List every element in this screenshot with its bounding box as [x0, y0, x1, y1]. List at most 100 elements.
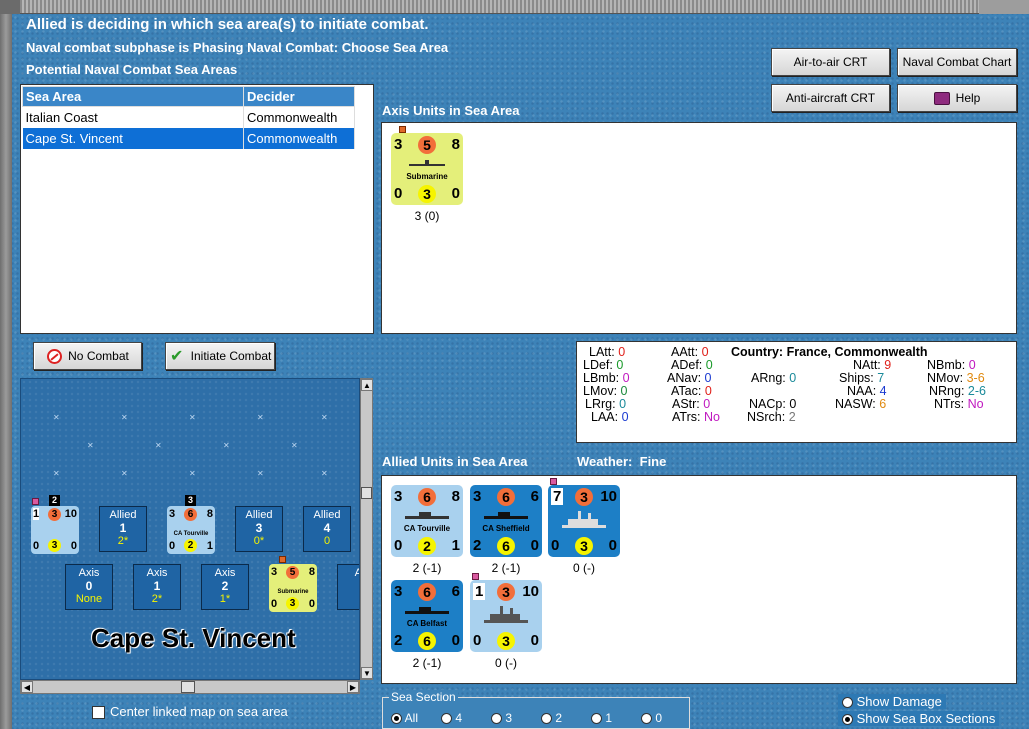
scroll-left-icon[interactable]: ◀ [21, 681, 33, 693]
sea-area-list[interactable]: Sea Area Decider Italian Coast Commonwea… [20, 84, 374, 334]
sea-section-option-4[interactable]: 4 [441, 711, 462, 725]
counter-value: 0 [33, 540, 40, 552]
sea-marker: ✕ [155, 441, 162, 450]
map-counter-transport[interactable]: 1 3 10 0 3 0 [31, 506, 79, 554]
sea-box-number: 1 [153, 579, 161, 593]
table-row[interactable]: Italian Coast Commonwealth [22, 106, 355, 128]
sea-section-box-axis-2[interactable]: Axis 2 1* [201, 564, 249, 610]
sea-box-map[interactable]: ✕ ✕ ✕ ✕ ✕ ✕ ✕ ✕ ✕ ✕ ✕ ✕ ✕ ✕ 2 1 3 10 0 3… [20, 378, 360, 680]
unit-counter-convoy[interactable]: 7 3 10 0 3 0 0 (-) [548, 485, 620, 575]
sea-section-option-1[interactable]: 1 [591, 711, 612, 725]
sea-box-side: Allied [245, 509, 273, 521]
stat-label: LRrg: [585, 397, 616, 411]
help-button[interactable]: Help [897, 84, 1017, 112]
show-sea-box-sections-option[interactable]: Show Sea Box Sections [838, 711, 1000, 726]
no-combat-label: No Combat [68, 349, 129, 363]
stat-atrs: No [703, 410, 720, 424]
counter-value: 10 [600, 488, 617, 505]
stat-label: LMov: [583, 384, 618, 398]
unit-counter-transport[interactable]: 1 3 10 0 3 0 0 (-) [470, 580, 542, 670]
decider-cell: Commonwealth [243, 106, 355, 128]
subphase-message: Naval combat subphase is Phasing Naval C… [26, 40, 449, 55]
no-combat-button[interactable]: No Combat [33, 342, 142, 370]
anti-aircraft-label: Anti-aircraft CRT [785, 91, 876, 105]
sea-section-box-allied-1[interactable]: Allied 1 2* [99, 506, 147, 552]
scroll-down-icon[interactable]: ▼ [361, 667, 373, 679]
country-label: Country: [731, 345, 784, 359]
sea-section-option-3[interactable]: 3 [491, 711, 512, 725]
transport-ship-icon [562, 511, 606, 528]
unit-counter-ca-sheffield[interactable]: 3 6 6 CA Sheffield 2 6 0 2 (-1) [470, 485, 542, 575]
counter-value: 3 [169, 508, 176, 520]
option-label: 0 [655, 711, 663, 725]
counter-value: 3 [394, 136, 403, 153]
sea-marker: ✕ [321, 469, 328, 478]
unit-name: Submarine [406, 172, 448, 181]
cruiser-icon [405, 607, 449, 614]
help-label: Help [955, 91, 981, 105]
counter-value: 7 [551, 488, 564, 505]
sea-marker: ✕ [257, 413, 264, 422]
radio-icon [491, 713, 502, 725]
sea-section-option-2[interactable]: 2 [541, 711, 562, 725]
sea-marker: ✕ [291, 441, 298, 450]
sea-section-box-axis-0[interactable]: Axis 0 None [65, 564, 113, 610]
air-to-air-crt-button[interactable]: Air-to-air CRT [771, 48, 890, 76]
flag-icon [550, 478, 557, 485]
allied-units-panel: 3 6 8 CA Tourville 0 2 1 2 (-1) 3 6 6 CA… [381, 475, 1017, 684]
cruiser-icon [484, 512, 528, 519]
axis-units-panel: 3 5 8 Submarine 0 3 0 3 (0) [381, 122, 1017, 334]
initiate-combat-button[interactable]: ✔ Initiate Combat [165, 342, 275, 370]
stat-label: AStr: [672, 397, 700, 411]
sea-section-box-axis-1[interactable]: Axis 1 2* [133, 564, 181, 610]
title-bar-controls[interactable] [979, 0, 1029, 14]
table-row[interactable]: Cape St. Vincent Commonwealth [22, 127, 355, 149]
sea-section-option-0[interactable]: 0 [641, 711, 662, 725]
scroll-right-icon[interactable]: ▶ [347, 681, 359, 693]
counter-value: 1 [33, 508, 40, 520]
unit-caption: 2 (-1) [412, 656, 442, 670]
column-header-sea-area[interactable]: Sea Area [22, 86, 244, 107]
stat-label: NACp: [749, 397, 786, 411]
map-counter-submarine[interactable]: 3 5 8 Submarine 0 3 0 [269, 564, 317, 612]
sea-section-box-allied-4[interactable]: Allied 4 0 [303, 506, 351, 552]
naval-combat-chart-button[interactable]: Naval Combat Chart [897, 48, 1017, 76]
counter-value: 1 [473, 583, 486, 600]
unit-counter-ca-belfast[interactable]: 3 6 6 CA Belfast 2 6 0 2 (-1) [391, 580, 463, 670]
anti-aircraft-crt-button[interactable]: Anti-aircraft CRT [771, 84, 890, 112]
flag-icon [472, 573, 479, 580]
air-to-air-label: Air-to-air CRT [793, 55, 868, 69]
sea-map-horizontal-scrollbar[interactable]: ◀ ▶ [20, 680, 360, 694]
counter-value: 10 [64, 508, 77, 520]
sea-section-option-all[interactable]: All [391, 711, 418, 725]
counter-value: 0 [70, 540, 77, 552]
scroll-thumb[interactable] [181, 681, 195, 693]
scroll-up-icon[interactable]: ▲ [361, 379, 373, 391]
country-value: France, Commonwealth [786, 345, 928, 359]
counter-value: 2 [184, 539, 197, 552]
flag-icon [279, 556, 286, 563]
unit-counter-ca-tourville[interactable]: 3 6 8 CA Tourville 0 2 1 2 (-1) [391, 485, 463, 575]
scroll-thumb[interactable] [361, 487, 372, 499]
sea-map-vertical-scrollbar[interactable]: ▲ ▼ [360, 378, 373, 680]
stat-nrng: 2-6 [967, 384, 986, 398]
counter-value: 6 [497, 537, 515, 555]
stat-label: NASW: [835, 397, 876, 411]
sea-marker: ✕ [189, 469, 196, 478]
sea-section-box-axis-3[interactable]: Ax [337, 564, 359, 610]
radio-icon [591, 713, 602, 725]
map-counter-ca-tourville[interactable]: 3 6 8 CA Tourville 0 2 1 [167, 506, 215, 554]
sea-section-box-allied-3[interactable]: Allied 3 0* [235, 506, 283, 552]
stat-label: Ships: [839, 371, 874, 385]
center-linked-checkbox[interactable] [92, 706, 105, 719]
sea-area-name: Cape St. Vincent [91, 623, 296, 653]
sea-box-value: 0 [323, 535, 331, 547]
column-header-decider[interactable]: Decider [243, 86, 355, 107]
stat-label: NRng: [929, 384, 965, 398]
show-damage-option[interactable]: Show Damage [838, 694, 946, 709]
stat-arng: 0 [789, 371, 797, 385]
sea-box-side: Ax [338, 567, 359, 579]
unit-counter-submarine[interactable]: 3 5 8 Submarine 0 3 0 3 (0) [391, 133, 463, 223]
stat-label: NMov: [927, 371, 964, 385]
sea-marker: ✕ [53, 413, 60, 422]
